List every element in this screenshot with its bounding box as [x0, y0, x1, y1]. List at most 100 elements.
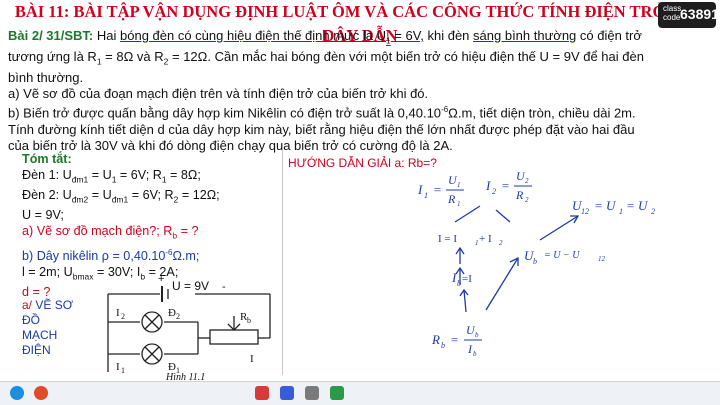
problem-label: Bài 2/ 31/SBT: [8, 28, 94, 43]
column-divider [282, 150, 283, 375]
f-rb: R [431, 332, 440, 347]
text: = U [88, 188, 112, 203]
f-ub-rhs: = U − U [544, 250, 580, 261]
sub: bmax [72, 271, 94, 282]
text: = ? [177, 224, 199, 239]
sub: đm1 [71, 174, 89, 185]
f-i-sum-sub2: 2 [499, 239, 503, 247]
problem-underlined: bóng đèn có cùng hiệu điện thế định mức … [120, 28, 386, 43]
f-ib-rhs: =I [462, 273, 472, 285]
circuit-minus: - [222, 281, 226, 293]
f-u12-rhs: = U [594, 198, 617, 213]
f-eq-3: = [450, 332, 459, 347]
circuit-i2-sub: 2 [121, 312, 125, 321]
f-rb-sub: b [441, 341, 445, 350]
text: Ω.m; [172, 248, 200, 263]
f-u12-rhs-sub: 1 [619, 207, 623, 216]
browser-icon[interactable] [34, 386, 48, 400]
circuit-rb-sub: b [247, 316, 251, 325]
problem-statement: Bài 2/ 31/SBT: Hai bóng đèn có cùng hiệu… [8, 28, 713, 154]
text: Đèn 1: U [22, 167, 72, 182]
class-code-value: 63891 [680, 6, 719, 22]
class-code-label: class code [663, 4, 682, 22]
problem-text: Ω.m, tiết diện tròn, chiều dài 2m. [448, 105, 636, 121]
f-u12-sub: 12 [581, 207, 589, 216]
f-i1: I [417, 182, 423, 197]
text: a) Vẽ sơ đồ mạch điện?; R [22, 224, 173, 239]
edge-icon[interactable] [10, 386, 24, 400]
f-i1-den: R [447, 192, 456, 206]
f-i1-den-sub: 1 [457, 200, 461, 208]
f-i2-sub: 2 [492, 187, 496, 196]
pen-icon[interactable] [255, 386, 269, 400]
summary-question-b: b) Dây nikêlin ρ = 0,40.10-6Ω.m; [22, 245, 282, 265]
f-i-sum-sub1: 1 [475, 239, 479, 247]
circuit-u-label: U = 9V [172, 279, 209, 293]
text: = 6V; R [116, 167, 162, 182]
problem-text: b) Biến trở được quấn bằng dây hợp kim N… [8, 105, 442, 121]
f-rb-num-sub: b [475, 331, 479, 339]
circuit-diagram: U = 9V + - I 2 Đ 2 I 1 Đ 1 R b I Hình 11… [107, 273, 271, 381]
text: b) Dây nikêlin ρ = 0,40.10 [22, 248, 166, 263]
solution-diagram: I 1 = U 1 R 1 I 2 = U 2 R 2 U 12 = U 1 =… [417, 169, 655, 358]
circuit-plus: + [158, 273, 164, 285]
class-code-badge: class code 63891 [658, 2, 719, 28]
problem-part-b-1: b) Biến trở được quấn bằng dây hợp kim N… [8, 102, 713, 122]
summary-den2: Đèn 2: Uđm2 = Uđm1 = 6V; R2 = 12Ω; [22, 188, 282, 208]
f-rb-den-sub: b [473, 350, 477, 358]
taskbar [0, 381, 720, 405]
sub: đm1 [111, 194, 129, 205]
circuit-d2: Đ [168, 307, 176, 319]
problem-line-3: bình thường. [8, 69, 84, 85]
summary-u: U = 9V; [22, 208, 64, 223]
draw-label-letter: a/ [22, 298, 33, 312]
f-u12-rhs2-sub: 2 [651, 207, 655, 216]
f-i2-den-sub: 2 [525, 196, 529, 204]
problem-underlined-normal: sáng bình thường [473, 28, 577, 43]
f-i1-num-sub: 1 [457, 181, 461, 189]
f-i1-sub: 1 [424, 191, 428, 200]
draw-instruction: a/ VẼ SƠ ĐỒ MẠCH ĐIỆN [22, 298, 74, 358]
text: = 8Ω; [166, 167, 201, 182]
tool-icon[interactable] [330, 386, 344, 400]
problem-underlined-value: = 6V, [390, 28, 424, 43]
f-ub-sub: b [533, 257, 537, 266]
f-i2: I [485, 178, 491, 193]
figure-caption: Hình 11.1 [165, 372, 205, 381]
text: = 6V; R [128, 188, 174, 203]
f-eq-1: = [433, 182, 442, 197]
circuit-d2-sub: 2 [176, 312, 180, 321]
text-icon[interactable] [280, 386, 294, 400]
f-eq-2: = [501, 178, 510, 193]
problem-part-a: a) Vẽ sơ đồ của đoạn mạch điện trên và t… [8, 85, 429, 101]
problem-text: Hai [93, 28, 120, 43]
f-i2-den: R [515, 188, 524, 202]
f-ib-sub: b [457, 279, 461, 288]
text: = 12Ω; [178, 188, 220, 203]
lesson-title: BÀI 11: BÀI TẬP VẬN DỤNG ĐỊNH LUẬT ÔM VÀ… [14, 2, 706, 45]
problem-text: tương ứng là R [8, 48, 97, 64]
problem-text: có điện trở [576, 28, 642, 43]
summary-question-a: a) Vẽ sơ đồ mạch điện?; Rb = ? [22, 224, 282, 244]
summary-heading: Tóm tắt: [22, 152, 72, 166]
circuit-i1-sub: 1 [121, 366, 125, 375]
text: l = 2m; U [22, 264, 73, 279]
problem-text: = 8Ω và R [101, 48, 164, 64]
sub: đm2 [71, 194, 89, 205]
problem-text: khi đèn [423, 28, 474, 43]
circuit-i1: I [116, 361, 120, 373]
problem-text: = 12Ω. Cần mắc hai bóng đèn với một biến… [168, 48, 644, 64]
f-ub-rhs-sub: 12 [598, 255, 606, 263]
f-u12-rhs2: = U [626, 198, 649, 213]
f-i-sum-b: + I [479, 233, 492, 245]
text: = U [88, 167, 112, 182]
circuit-i: I [250, 353, 254, 365]
problem-line-2: tương ứng là R1 = 8Ω và R2 = 12Ω. Cần mắ… [8, 49, 713, 70]
text: Đèn 2: U [22, 188, 72, 203]
f-i2-num-sub: 2 [525, 177, 529, 185]
f-i-sum: I = I [438, 233, 457, 245]
cursor-icon[interactable] [305, 386, 319, 400]
circuit-i2: I [116, 307, 120, 319]
summary-den1: Đèn 1: Uđm1 = U1 = 6V; R1 = 8Ω; [22, 168, 282, 188]
problem-line-1: Bài 2/ 31/SBT: Hai bóng đèn có cùng hiệu… [8, 28, 713, 49]
